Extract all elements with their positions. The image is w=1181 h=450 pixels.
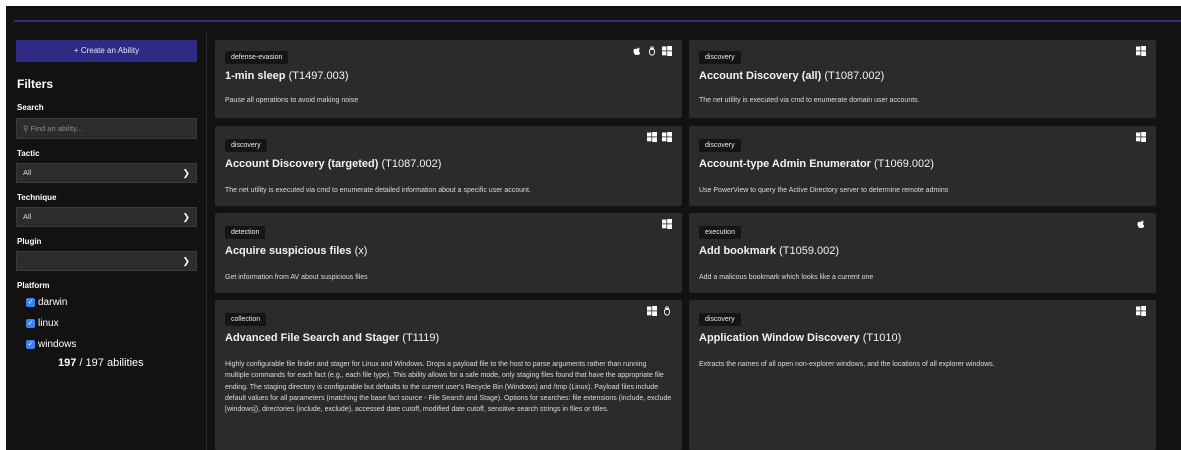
- ability-title: Advanced File Search and Stager (T1119): [225, 332, 440, 344]
- ability-description: Pause all operations to avoid making noi…: [225, 97, 359, 104]
- ability-card[interactable]: discovery Account Discovery (targeted) (…: [215, 126, 682, 206]
- platform-label: Platform: [17, 281, 50, 290]
- tactic-badge: defense-evasion: [225, 51, 289, 64]
- ability-description: Add a malicous bookmark which looks like…: [699, 274, 874, 281]
- ability-title: Add bookmark (T1059.002): [699, 245, 840, 257]
- windows-icon: [1136, 46, 1146, 56]
- ability-card[interactable]: defense-evasion 1-min sleep (T1497.003) …: [215, 40, 682, 118]
- tactic-badge: discovery: [699, 51, 741, 64]
- search-icon: ⚲: [23, 124, 29, 133]
- search-label: Search: [17, 103, 44, 112]
- tactic-badge: discovery: [225, 139, 267, 152]
- windows-icon: [662, 46, 672, 56]
- ability-card[interactable]: discovery Application Window Discovery (…: [689, 300, 1156, 450]
- ability-card[interactable]: discovery Account-type Admin Enumerator …: [689, 126, 1156, 206]
- apple-icon: [632, 46, 642, 56]
- linux-icon: [647, 46, 657, 56]
- tactic-label: Tactic: [17, 149, 40, 158]
- platform-icons: [1136, 132, 1146, 142]
- chevron-down-icon: ❯: [182, 256, 190, 266]
- windows-icon: [1136, 306, 1146, 316]
- tactic-value: All: [23, 168, 32, 177]
- ability-title: Account Discovery (targeted) (T1087.002): [225, 158, 442, 170]
- platform-icons: [662, 219, 672, 229]
- technique-label: Technique: [17, 193, 57, 202]
- tactic-badge: execution: [699, 226, 741, 239]
- chevron-down-icon: ❯: [182, 212, 190, 222]
- plugin-select[interactable]: ❯: [16, 251, 197, 271]
- ability-description: The net utility is executed via cmd to e…: [225, 187, 531, 194]
- app-window: + Create an Ability Filters Search ⚲ Fin…: [6, 6, 1181, 450]
- platform-darwin[interactable]: ✓ darwin: [26, 295, 197, 309]
- platform-linux[interactable]: ✓ linux: [26, 316, 197, 330]
- platform-windows[interactable]: ✓ windows: [26, 337, 197, 351]
- ability-description: Use PowerView to query the Active Direct…: [699, 187, 949, 194]
- technique-value: All: [23, 212, 32, 221]
- ability-title: Account Discovery (all) (T1087.002): [699, 70, 885, 82]
- checkbox-checked-icon[interactable]: ✓: [26, 318, 35, 328]
- windows-icon: [662, 132, 672, 142]
- ability-card[interactable]: execution Add bookmark (T1059.002) Add a…: [689, 213, 1156, 293]
- tactic-badge: discovery: [699, 313, 741, 326]
- tactic-badge: collection: [225, 313, 267, 326]
- ability-description: Get information from AV about suspicious…: [225, 274, 368, 281]
- platform-icons: [1136, 306, 1146, 316]
- ability-title: Acquire suspicious files (x): [225, 245, 368, 257]
- linux-icon: [662, 306, 672, 316]
- ability-title: 1-min sleep (T1497.003): [225, 70, 349, 82]
- ability-description: Highly configurable file finder and stag…: [225, 361, 672, 414]
- search-input[interactable]: ⚲ Find an ability...: [16, 118, 197, 139]
- ability-description: Extracts the names of all open non-explo…: [699, 361, 995, 368]
- platform-icons: [1136, 219, 1146, 229]
- platform-icons: [632, 46, 672, 56]
- ability-description: The net utility is executed via cmd to e…: [699, 97, 920, 104]
- filters-title: Filters: [17, 77, 54, 91]
- plugin-label: Plugin: [17, 237, 42, 246]
- create-ability-button[interactable]: + Create an Ability: [16, 40, 197, 62]
- windows-icon: [662, 219, 672, 229]
- tactic-badge: detection: [225, 226, 266, 239]
- apple-icon: [1136, 219, 1146, 229]
- header-bar: [14, 20, 1181, 22]
- search-placeholder: Find an ability...: [30, 124, 83, 133]
- ability-card[interactable]: detection Acquire suspicious files (x) G…: [215, 213, 682, 293]
- platform-icons: [647, 132, 672, 142]
- platform-list: ✓ darwin ✓ linux ✓ windows: [16, 295, 197, 351]
- ability-card[interactable]: discovery Account Discovery (all) (T1087…: [689, 40, 1156, 118]
- ability-count: 197 / 197 abilities: [58, 357, 144, 369]
- platform-icons: [1136, 46, 1146, 56]
- checkbox-checked-icon[interactable]: ✓: [26, 297, 35, 307]
- ability-title: Account-type Admin Enumerator (T1069.002…: [699, 158, 934, 170]
- sidebar-divider: [206, 32, 207, 450]
- ability-card[interactable]: collection Advanced File Search and Stag…: [215, 300, 682, 450]
- checkbox-checked-icon[interactable]: ✓: [26, 339, 35, 349]
- chevron-down-icon: ❯: [182, 168, 190, 178]
- tactic-select[interactable]: All ❯: [16, 163, 197, 183]
- platform-icons: [647, 306, 672, 316]
- technique-select[interactable]: All ❯: [16, 207, 197, 227]
- tactic-badge: discovery: [699, 139, 741, 152]
- filters-sidebar: + Create an Ability Filters Search ⚲ Fin…: [16, 40, 197, 450]
- windows-icon: [1136, 132, 1146, 142]
- ability-title: Application Window Discovery (T1010): [699, 332, 902, 344]
- windows-icon: [647, 132, 657, 142]
- windows-icon: [647, 306, 657, 316]
